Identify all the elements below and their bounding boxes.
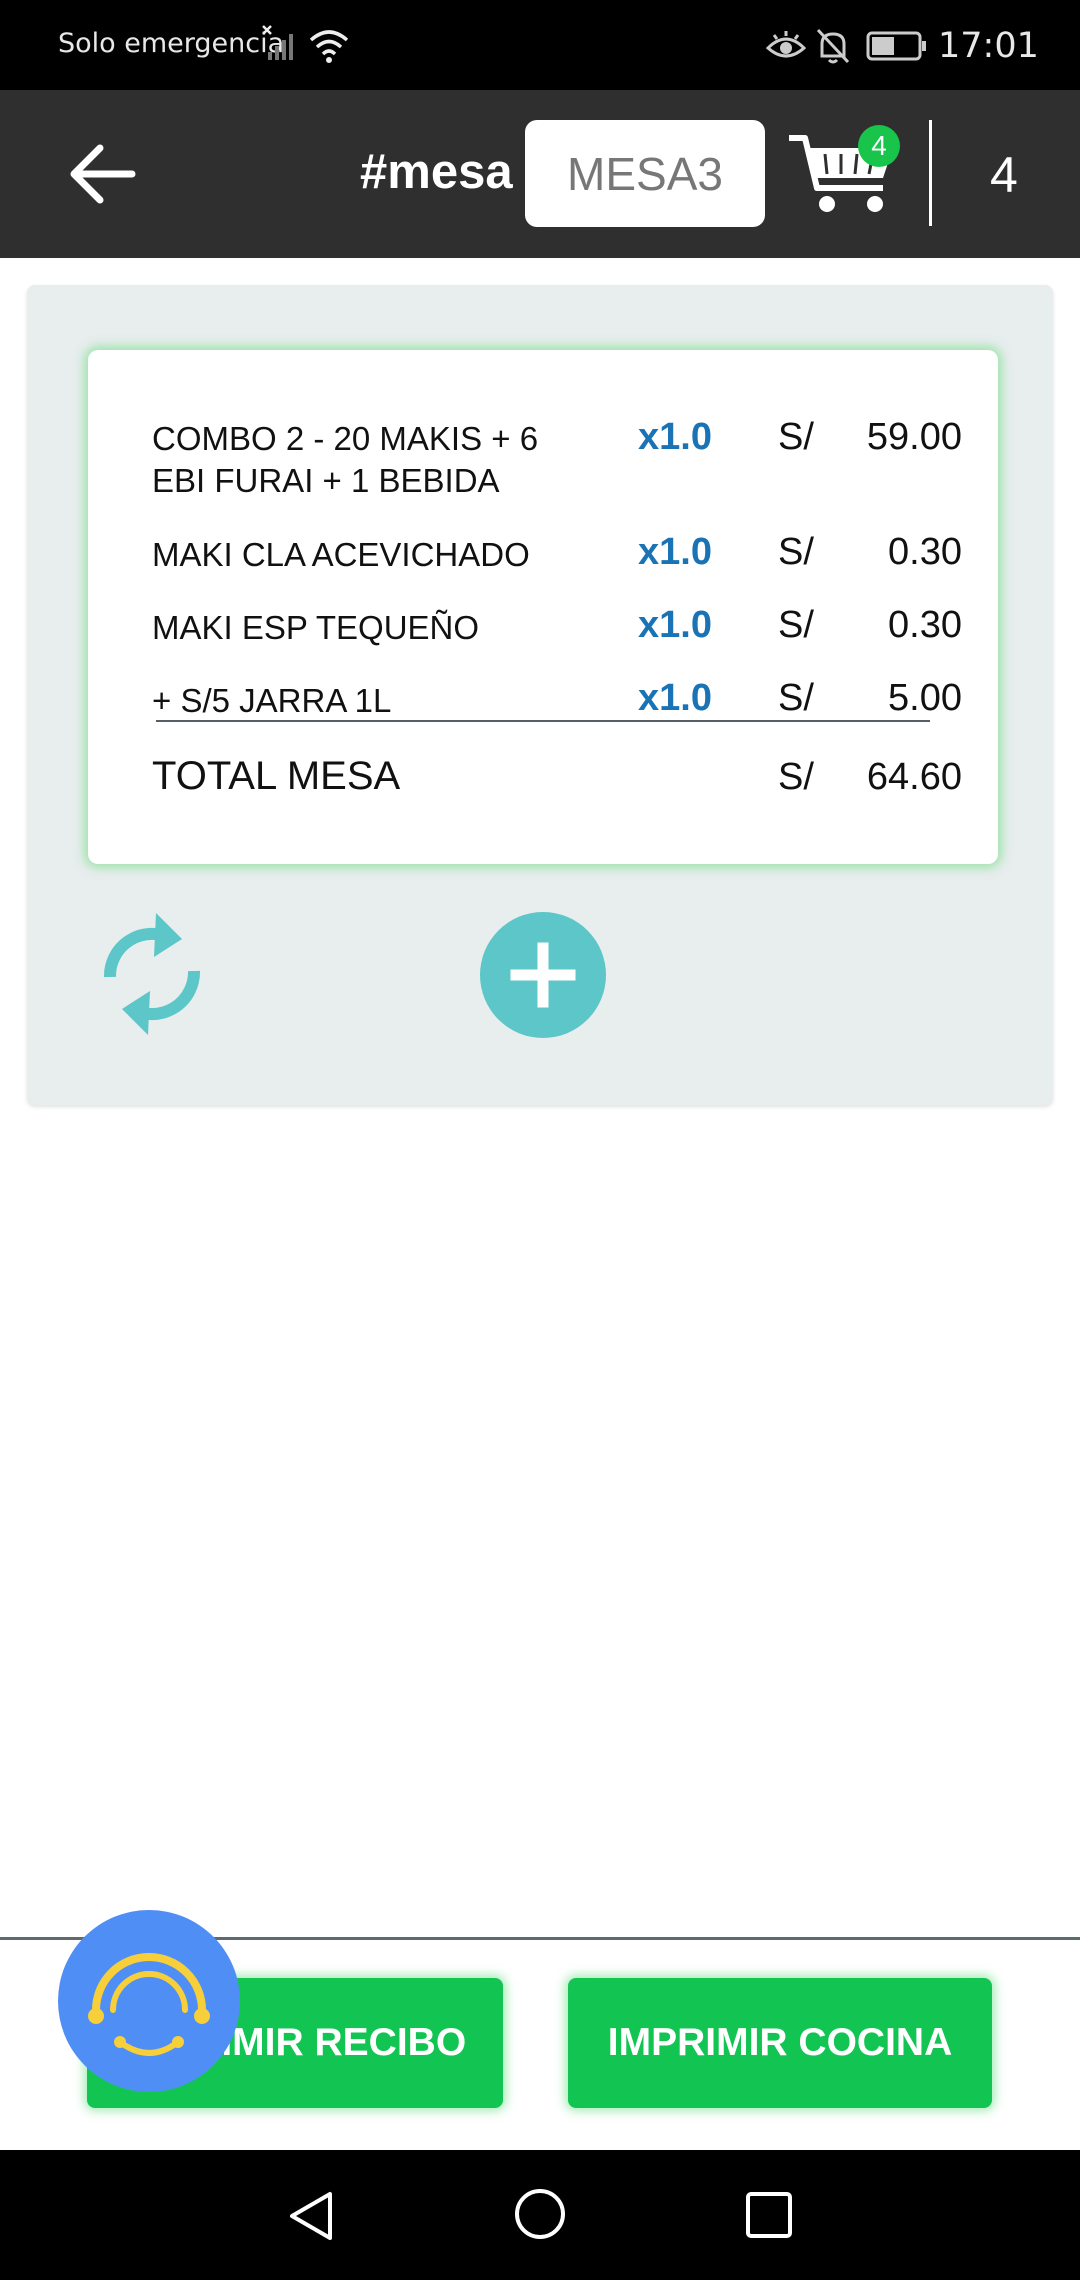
battery-icon [866,31,926,61]
item-name: + S/5 JARRA 1L [152,682,392,719]
plus-icon [510,942,576,1008]
item-currency: S/ [778,531,814,573]
item-currency: S/ [778,677,814,719]
clock-text: 17:01 [938,26,1039,66]
wifi-icon [309,30,349,63]
headset-icon [88,1953,210,2056]
total-currency: S/ [778,756,814,798]
carrier-text: Solo emergencia [58,28,285,59]
item-quantity: x1.0 [638,531,712,573]
bell-off-icon [816,28,850,64]
app-bar-divider [929,120,932,226]
item-name: MAKI ESP TEQUEÑO [152,609,480,646]
item-name: MAKI CLA ACEVICHADO [152,536,530,573]
count-label: 4 [990,147,1018,203]
total-divider [156,720,930,722]
item-quantity: x1.0 [638,677,712,719]
total-label: TOTAL MESA [152,754,401,798]
item-quantity: x1.0 [638,416,712,458]
item-currency: S/ [778,604,814,646]
item-quantity: x1.0 [638,604,712,646]
print-kitchen-button[interactable]: IMPRIMIR COCINA [568,1978,992,2108]
signal-off-icon [262,25,293,60]
app-bar: #mesa 4 4 [0,90,1080,258]
item-price: 0.30 [888,604,962,646]
arrow-left-icon[interactable] [66,138,146,210]
mesa-input[interactable] [525,120,765,227]
item-price: 59.00 [866,416,962,458]
cart-count-badge: 4 [858,125,900,167]
status-bar: Solo emergencia 17:01 [0,0,1080,90]
item-price: 5.00 [888,677,962,719]
total-value: 64.60 [866,756,962,798]
mesa-label: #mesa [360,145,513,199]
eye-icon [766,31,806,58]
order-card: COMBO 2 - 20 MAKIS + 6 EBI FURAI + 1 BEB… [88,350,998,864]
nav-home-icon[interactable] [512,2186,568,2242]
assistant-button[interactable] [58,1910,240,2092]
item-currency: S/ [778,416,814,458]
nav-recent-apps-icon[interactable] [744,2190,794,2240]
refresh-icon[interactable] [96,905,208,1043]
add-item-button[interactable] [480,912,606,1038]
item-name: COMBO 2 - 20 MAKIS + 6 EBI FURAI + 1 BEB… [152,420,539,499]
nav-back-icon[interactable] [284,2188,340,2244]
item-price: 0.30 [888,531,962,573]
